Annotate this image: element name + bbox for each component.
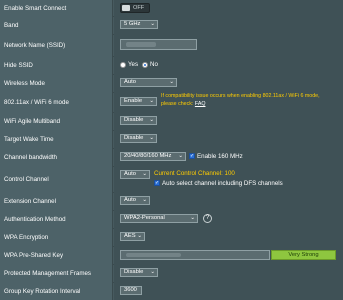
chevron-down-icon: ⌄ — [169, 79, 174, 85]
band-value: 5 GHz — [124, 21, 141, 27]
hide-ssid-label: Hide SSID — [0, 56, 113, 74]
wireless-mode-label: Wireless Mode — [0, 74, 113, 92]
ssid-input[interactable] — [120, 39, 197, 50]
extension-channel-select[interactable]: Auto ⌄ — [120, 196, 150, 205]
row-wpa-key: WPA Pre-Shared Key Very Strong — [0, 246, 343, 265]
row-band: Band 5 GHz ⌄ — [0, 16, 343, 35]
faq-link[interactable]: FAQ — [195, 101, 206, 107]
row-ax-mode: 802.11ax / WiFi 6 mode Enable ⌄ If compa… — [0, 92, 343, 113]
dfs-channels-checkbox[interactable]: ✓ — [154, 180, 160, 186]
row-target-wake-time: Target Wake Time Disable ⌄ — [0, 130, 343, 149]
wpa-key-obscured-value — [126, 253, 181, 257]
extension-channel-label: Extension Channel — [0, 192, 113, 210]
hide-ssid-no-label: No — [150, 61, 158, 68]
ax-mode-value: Enable — [124, 98, 143, 104]
agile-multiband-select[interactable]: Disable ⌄ — [120, 116, 157, 125]
channel-bandwidth-label: Channel bandwidth — [0, 148, 113, 166]
chevron-down-icon: ⌄ — [142, 171, 147, 177]
row-wpa-encryption: WPA Encryption AES ⌄ — [0, 228, 343, 247]
ax-mode-note: If compatibility issue occurs when enabl… — [161, 93, 320, 99]
smart-connect-toggle[interactable]: OFF — [120, 3, 150, 13]
channel-bandwidth-select[interactable]: 20/40/80/160 MHz ⌄ — [120, 152, 186, 161]
row-auth-method: Authentication Method WPA2-Personal ⌄ ? — [0, 210, 343, 229]
chevron-down-icon: ⌄ — [149, 117, 154, 123]
wpa-encryption-label: WPA Encryption — [0, 228, 113, 246]
agile-multiband-value: Disable — [124, 117, 144, 123]
chevron-down-icon: ⌄ — [178, 153, 183, 159]
chevron-down-icon: ⌄ — [149, 135, 154, 141]
target-wake-time-label: Target Wake Time — [0, 130, 113, 148]
ssid-label: Network Name (SSID) — [0, 34, 113, 56]
row-pmf: Protected Management Frames Disable ⌄ — [0, 264, 343, 283]
pmf-select[interactable]: Disable ⌄ — [120, 268, 158, 277]
control-channel-value: Auto — [124, 171, 136, 177]
enable-160mhz-label: Enable 160 MHz — [197, 153, 243, 160]
band-label: Band — [0, 16, 113, 34]
dfs-channels-label: Auto select channel including DFS channe… — [162, 180, 283, 187]
target-wake-time-value: Disable — [124, 135, 144, 141]
chevron-down-icon: ⌄ — [150, 21, 155, 27]
row-extension-channel: Extension Channel Auto ⌄ — [0, 192, 343, 211]
wpa-key-label: WPA Pre-Shared Key — [0, 246, 113, 264]
wireless-mode-value: Auto — [124, 79, 136, 85]
current-control-channel: Current Control Channel: 100 — [154, 170, 235, 177]
hide-ssid-yes-radio[interactable] — [120, 62, 126, 68]
row-wireless-mode: Wireless Mode Auto ⌄ — [0, 74, 343, 93]
auth-method-select[interactable]: WPA2-Personal ⌄ — [120, 214, 198, 223]
wpa-key-input[interactable] — [120, 250, 270, 260]
pmf-value: Disable — [124, 269, 144, 275]
row-channel-bandwidth: Channel bandwidth 20/40/80/160 MHz ⌄ ✓ E… — [0, 148, 343, 167]
row-ssid: Network Name (SSID) — [0, 34, 343, 57]
enable-160mhz-checkbox[interactable]: ✓ — [189, 153, 195, 159]
ssid-obscured-value — [126, 42, 156, 47]
pmf-label: Protected Management Frames — [0, 264, 113, 282]
auth-method-value: WPA2-Personal — [124, 215, 165, 221]
band-select[interactable]: 5 GHz ⌄ — [120, 20, 158, 29]
channel-bandwidth-value: 20/40/80/160 MHz — [124, 153, 172, 159]
help-icon[interactable]: ? — [203, 214, 212, 223]
row-smart-connect: Enable Smart Connect OFF — [0, 0, 343, 17]
wpa-encryption-select[interactable]: AES ⌄ — [120, 232, 145, 241]
row-gkri: Group Key Rotation Interval 3600 — [0, 282, 343, 300]
gkri-label: Group Key Rotation Interval — [0, 282, 113, 300]
control-channel-label: Control Channel — [0, 166, 113, 192]
chevron-down-icon: ⌄ — [142, 197, 147, 203]
ax-mode-note-line2: please check: FAQ — [161, 101, 206, 107]
hide-ssid-no-radio[interactable] — [142, 62, 148, 68]
wireless-mode-select[interactable]: Auto ⌄ — [120, 78, 177, 87]
chevron-down-icon: ⌄ — [137, 233, 142, 239]
chevron-down-icon: ⌄ — [190, 215, 195, 221]
extension-channel-value: Auto — [124, 197, 136, 203]
control-channel-select[interactable]: Auto ⌄ — [120, 170, 150, 179]
auth-method-label: Authentication Method — [0, 210, 113, 228]
toggle-knob — [122, 5, 130, 11]
password-strength-meter: Very Strong — [271, 250, 336, 260]
agile-multiband-label: WiFi Agile Multiband — [0, 112, 113, 130]
ax-mode-label: 802.11ax / WiFi 6 mode — [0, 92, 113, 112]
row-hide-ssid: Hide SSID Yes No — [0, 56, 343, 75]
gkri-input[interactable]: 3600 — [120, 286, 142, 295]
hide-ssid-yes-label: Yes — [128, 61, 139, 68]
row-agile-multiband: WiFi Agile Multiband Disable ⌄ — [0, 112, 343, 131]
smart-connect-label: Enable Smart Connect — [0, 0, 113, 16]
toggle-state-text: OFF — [133, 5, 145, 11]
target-wake-time-select[interactable]: Disable ⌄ — [120, 134, 157, 143]
chevron-down-icon: ⌄ — [150, 269, 155, 275]
wpa-encryption-value: AES — [124, 233, 136, 239]
row-control-channel: Control Channel Auto ⌄ Current Control C… — [0, 166, 343, 193]
ax-mode-select[interactable]: Enable ⌄ — [120, 97, 157, 106]
chevron-down-icon: ⌄ — [149, 98, 154, 104]
